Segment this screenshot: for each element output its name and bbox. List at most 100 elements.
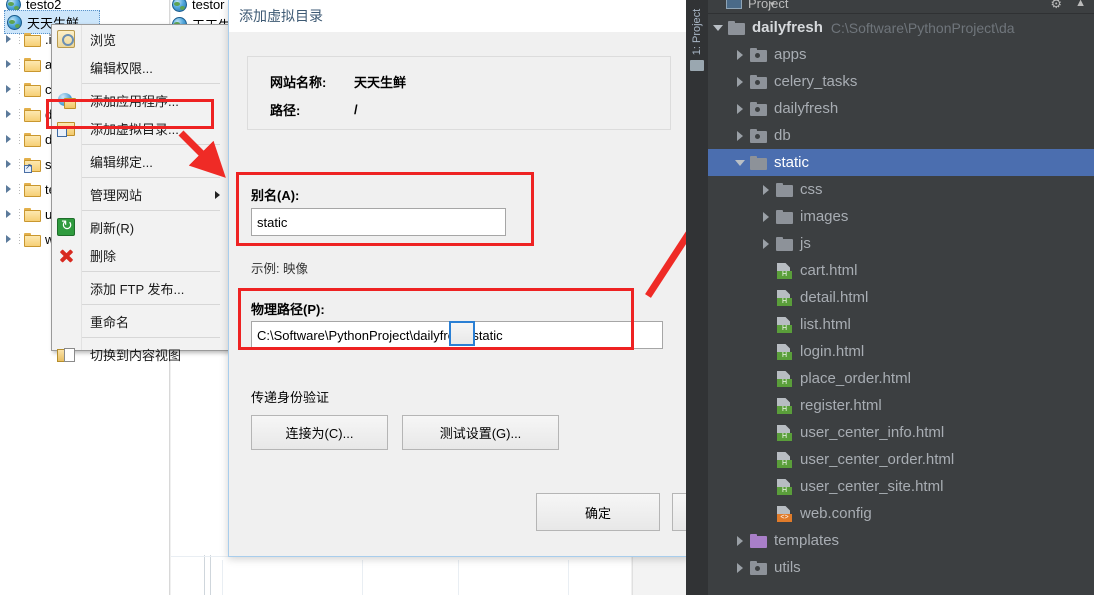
menu-item-browse[interactable]: 浏览 xyxy=(52,25,228,53)
gear-icon[interactable]: ⚙ xyxy=(1050,0,1062,12)
expand-chevron-icon[interactable] xyxy=(4,109,16,121)
expand-chevron-icon[interactable] xyxy=(734,534,747,547)
tree-item-user-center-info-html[interactable]: H user_center_info.html xyxy=(708,419,1094,446)
expand-chevron-icon[interactable] xyxy=(734,48,747,61)
pycharm-project-tree[interactable]: dailyfresh C:\Software\PythonProject\da … xyxy=(708,14,1094,595)
connect-as-button[interactable]: 连接为(C)... xyxy=(251,415,388,450)
tree-item-templates[interactable]: templates xyxy=(708,527,1094,554)
tree-item-list-html[interactable]: H list.html xyxy=(708,311,1094,338)
tree-folder-row[interactable]: w xyxy=(0,227,54,252)
tree-item-cart-html[interactable]: H cart.html xyxy=(708,257,1094,284)
module-folder-icon xyxy=(750,560,767,575)
expand-chevron-icon[interactable] xyxy=(760,237,773,250)
expand-chevron-icon[interactable] xyxy=(760,210,773,223)
tree-guide xyxy=(17,58,24,71)
grid-line xyxy=(222,560,223,595)
collapse-chevron-icon[interactable] xyxy=(734,156,747,169)
config-file-icon: <> xyxy=(776,505,793,522)
alias-label: 别名(A): xyxy=(251,188,300,203)
alias-input[interactable]: static xyxy=(251,208,506,236)
expand-chevron-icon[interactable] xyxy=(4,84,16,96)
dialog-titlebar: 添加虚拟目录 xyxy=(229,0,689,32)
menu-item-edit-bindings[interactable]: 编辑绑定... xyxy=(52,147,228,175)
tree-item-user-center-site-html[interactable]: H user_center_site.html xyxy=(708,473,1094,500)
menu-item-add-ftp-publishing[interactable]: 添加 FTP 发布... xyxy=(52,274,228,302)
menu-item-label: 重命名 xyxy=(90,314,130,330)
expand-chevron-icon[interactable] xyxy=(734,561,747,574)
tree-folder-row[interactable]: st xyxy=(0,152,55,177)
tree-folder-row[interactable]: .id xyxy=(0,27,59,52)
tree-item-db[interactable]: db xyxy=(708,122,1094,149)
tree-item-label: user_center_order.html xyxy=(800,451,955,468)
expand-chevron-icon[interactable] xyxy=(760,183,773,196)
folder-icon xyxy=(24,182,41,197)
ok-button[interactable]: 确定 xyxy=(536,493,660,531)
project-root-name: dailyfresh xyxy=(752,19,823,36)
tree-item-label: apps xyxy=(774,46,807,63)
browse-physical-path-button[interactable] xyxy=(449,321,475,346)
menu-item-manage-website[interactable]: 管理网站 xyxy=(52,180,228,208)
tree-item-register-html[interactable]: H register.html xyxy=(708,392,1094,419)
tree-item-css[interactable]: css xyxy=(708,176,1094,203)
expand-chevron-icon[interactable] xyxy=(4,34,16,46)
project-tree-root[interactable]: dailyfresh C:\Software\PythonProject\da xyxy=(708,14,1094,41)
tree-item-apps[interactable]: apps xyxy=(708,41,1094,68)
expand-chevron-icon[interactable] xyxy=(734,102,747,115)
html-badge: H xyxy=(777,378,792,387)
expand-chevron-icon[interactable] xyxy=(4,234,16,246)
tree-item-place-order-html[interactable]: H place_order.html xyxy=(708,365,1094,392)
menu-item-delete[interactable]: 删除 xyxy=(52,241,228,269)
dialog-body: 网站名称: 天天生鲜 路径: / 别名(A): static 示例: 映像 物理… xyxy=(229,32,796,556)
tree-folder-row[interactable]: ce xyxy=(0,77,59,102)
tree-item-label: js xyxy=(800,235,811,252)
menu-item-edit-permissions[interactable]: 编辑权限... xyxy=(52,53,228,81)
tree-item-web-config[interactable]: <> web.config xyxy=(708,500,1094,527)
tree-item-detail-html[interactable]: H detail.html xyxy=(708,284,1094,311)
expand-chevron-icon[interactable] xyxy=(734,129,747,142)
tree-item-user-center-order-html[interactable]: H user_center_order.html xyxy=(708,446,1094,473)
html-badge: H xyxy=(777,270,792,279)
collapse-chevron-icon[interactable] xyxy=(712,21,725,34)
tree-folder-row[interactable]: d xyxy=(0,127,52,152)
chevron-down-icon[interactable]: ▾ xyxy=(770,0,775,10)
tree-guide xyxy=(17,133,24,146)
tree-item-static[interactable]: static xyxy=(708,149,1094,176)
site-context-menu[interactable]: 浏览 编辑权限... 添加应用程序... 添加虚拟目录... 编辑绑定... 管… xyxy=(51,24,229,363)
tree-folder-row[interactable]: te xyxy=(0,177,56,202)
tree-item-images[interactable]: images xyxy=(708,203,1094,230)
test-settings-button[interactable]: 测试设置(G)... xyxy=(402,415,559,450)
expand-chevron-icon[interactable] xyxy=(734,75,747,88)
expand-chevron-icon[interactable] xyxy=(4,59,16,71)
minimize-icon[interactable]: ▲ xyxy=(1075,0,1086,9)
folder-icon xyxy=(728,20,745,35)
menu-item-label: 刷新(R) xyxy=(90,220,135,236)
expand-chevron-icon[interactable] xyxy=(4,134,16,146)
folder-icon xyxy=(776,209,793,224)
folder-icon xyxy=(776,236,793,251)
tree-item-utils[interactable]: utils xyxy=(708,554,1094,581)
menu-item-rename[interactable]: 重命名 xyxy=(52,307,228,335)
module-folder-icon xyxy=(750,128,767,143)
expand-chevron-icon[interactable] xyxy=(4,159,16,171)
tree-item-dailyfresh[interactable]: dailyfresh xyxy=(708,95,1094,122)
tree-item-login-html[interactable]: H login.html xyxy=(708,338,1094,365)
tree-folder-row[interactable]: d xyxy=(0,102,52,127)
tree-item-celery-tasks[interactable]: celery_tasks xyxy=(708,68,1094,95)
tree-folder-row[interactable]: ut xyxy=(0,202,56,227)
expand-chevron-icon[interactable] xyxy=(4,209,16,221)
expand-chevron-icon[interactable] xyxy=(4,184,16,196)
pycharm-project-panel: 1: Project Project ▾ ⚙ ▲ dailyfresh C:\S… xyxy=(686,0,1094,595)
pycharm-sidebar-label[interactable]: 1: Project xyxy=(691,0,703,65)
folder-icon xyxy=(690,60,704,71)
site-name-label: 网站名称: xyxy=(270,75,327,90)
menu-item-refresh[interactable]: 刷新(R) xyxy=(52,213,228,241)
menu-item-switch-to-content-view[interactable]: 切换到内容视图 xyxy=(52,340,228,368)
pycharm-tool-sidebar[interactable]: 1: Project xyxy=(686,0,708,595)
menu-item-add-virtual-directory[interactable]: 添加虚拟目录... xyxy=(52,114,228,142)
project-view-icon xyxy=(726,0,742,9)
tree-item-js[interactable]: js xyxy=(708,230,1094,257)
menu-item-add-application[interactable]: 添加应用程序... xyxy=(52,86,228,114)
add-application-icon xyxy=(57,91,76,109)
